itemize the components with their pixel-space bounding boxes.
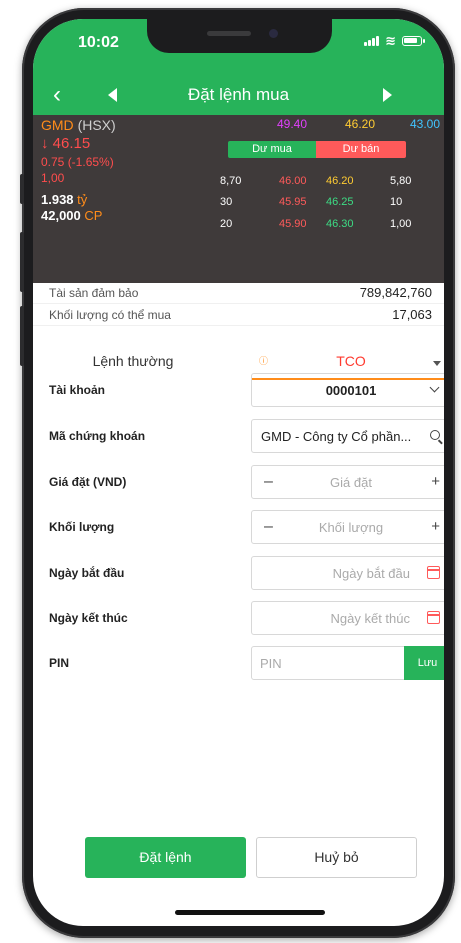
start-date-field[interactable]: Ngày bắt đầu bbox=[251, 556, 444, 590]
start-date-input[interactable]: Ngày bắt đầu bbox=[333, 566, 410, 581]
price-input[interactable]: Giá đặt bbox=[252, 475, 444, 490]
bid-price: 45.90 bbox=[279, 218, 307, 230]
stock-label: Mã chứng khoán bbox=[49, 429, 146, 443]
account-label: Tài khoản bbox=[49, 383, 106, 397]
quote-panel: GMD (HSX) ↓ 46.15 0.75 (-1.65%) 1,00 1.9… bbox=[33, 115, 444, 283]
tab-normal-order[interactable]: Lệnh thường bbox=[33, 353, 233, 369]
bid-price: 45.95 bbox=[279, 196, 307, 208]
pin-input[interactable]: PIN bbox=[260, 656, 282, 671]
tab-tco-label: TCO bbox=[336, 353, 366, 369]
start-date-row: Ngày bắt đầu Ngày bắt đầu bbox=[33, 556, 444, 590]
ask-volume: 5,80 bbox=[390, 175, 412, 187]
buyable-volume-row: Khối lượng có thể mua 17,063 bbox=[33, 304, 444, 326]
pin-row: PIN PIN Lưu bbox=[33, 646, 444, 680]
navigation-bar: ‹ Đặt lệnh mua bbox=[33, 79, 444, 115]
collateral-value: 789,842,760 bbox=[359, 285, 432, 300]
reference-price: 46.20 bbox=[345, 117, 376, 131]
end-date-row: Ngày kết thúc Ngày kết thúc bbox=[33, 601, 444, 635]
quantity-input[interactable]: Khối lượng bbox=[252, 520, 444, 535]
bid-volume: 20 bbox=[220, 218, 233, 230]
search-icon[interactable] bbox=[430, 430, 440, 440]
stock-search-input[interactable]: GMD - Công ty Cổ phần... bbox=[251, 419, 444, 453]
chevron-down-icon bbox=[433, 361, 441, 366]
symbol-code: GMD bbox=[41, 117, 74, 133]
plus-icon[interactable]: + bbox=[431, 473, 440, 490]
exchange-label: (HSX) bbox=[77, 117, 116, 133]
wifi-icon: ≋ bbox=[385, 33, 396, 48]
quantity-label: Khối lượng bbox=[49, 520, 115, 534]
mute-switch bbox=[20, 174, 24, 204]
stock-value: GMD - Công ty Cổ phần... bbox=[261, 429, 412, 444]
stock-row: Mã chứng khoán GMD - Công ty Cổ phần... bbox=[33, 419, 444, 453]
end-date-field[interactable]: Ngày kết thúc bbox=[251, 601, 444, 635]
buyable-volume-value: 17,063 bbox=[392, 307, 432, 322]
volume-down-button bbox=[20, 306, 24, 366]
bid-price: 46.00 bbox=[279, 175, 307, 187]
signal-icon bbox=[364, 35, 380, 46]
end-date-input[interactable]: Ngày kết thúc bbox=[331, 611, 411, 626]
floor-price: 43.00 bbox=[410, 117, 441, 131]
battery-icon bbox=[402, 35, 425, 46]
notch bbox=[147, 19, 332, 53]
stock-symbol: GMD (HSX) bbox=[41, 117, 116, 133]
price-change: 0.75 (-1.65%) bbox=[41, 155, 114, 169]
save-pin-button[interactable]: Lưu bbox=[404, 646, 444, 680]
end-date-label: Ngày kết thúc bbox=[49, 611, 128, 625]
ask-price: 46.20 bbox=[326, 175, 354, 187]
start-date-label: Ngày bắt đầu bbox=[49, 566, 125, 580]
quantity-row: Khối lượng – Khối lượng + bbox=[33, 510, 444, 544]
camera bbox=[269, 29, 278, 38]
volume-up-button bbox=[20, 232, 24, 292]
status-time: 10:02 bbox=[78, 34, 119, 51]
place-order-button[interactable]: Đặt lệnh bbox=[85, 837, 246, 878]
ask-price: 46.25 bbox=[326, 196, 354, 208]
speaker bbox=[207, 31, 251, 36]
cancel-button[interactable]: Huỷ bỏ bbox=[256, 837, 417, 878]
ceiling-price: 49.40 bbox=[277, 117, 308, 131]
last-price: ↓ 46.15 bbox=[41, 135, 91, 152]
next-stock-icon[interactable] bbox=[383, 88, 392, 102]
ask-volume: 10 bbox=[390, 196, 403, 208]
pin-field[interactable]: PIN Lưu bbox=[251, 646, 444, 680]
app-screen: 10:02 ≋ ‹ Đặt lệnh mua GMD (HSX) ↓ 46.15… bbox=[33, 19, 444, 926]
account-select[interactable]: 0000101 bbox=[251, 373, 444, 407]
account-row: Tài khoản 0000101 bbox=[33, 373, 444, 407]
ask-volume: 1,00 bbox=[390, 218, 412, 230]
ask-header: Dư bán bbox=[316, 141, 406, 158]
pin-label: PIN bbox=[49, 656, 70, 670]
status-icons: ≋ bbox=[364, 33, 425, 48]
bid-volume: 30 bbox=[220, 196, 233, 208]
price-stepper[interactable]: – Giá đặt + bbox=[251, 465, 444, 499]
depth-row: 20 45.90 46.30 1,00 bbox=[33, 218, 444, 232]
collateral-label: Tài sản đảm bảo bbox=[49, 286, 139, 300]
price-label: Giá đặt (VND) bbox=[49, 475, 127, 489]
buyable-volume-label: Khối lượng có thể mua bbox=[49, 308, 171, 322]
depth-row: 30 45.95 46.25 10 bbox=[33, 196, 444, 210]
calendar-icon[interactable] bbox=[427, 566, 440, 579]
depth-row: 8,70 46.00 46.20 5,80 bbox=[33, 175, 444, 189]
plus-icon[interactable]: + bbox=[431, 518, 440, 535]
bid-header: Dư mua bbox=[228, 141, 316, 158]
price-row: Giá đặt (VND) – Giá đặt + bbox=[33, 465, 444, 499]
collateral-row: Tài sản đảm bảo 789,842,760 bbox=[33, 282, 444, 304]
home-indicator[interactable] bbox=[175, 910, 325, 915]
account-value: 0000101 bbox=[325, 383, 377, 398]
bid-volume: 8,70 bbox=[220, 175, 242, 187]
quantity-stepper[interactable]: – Khối lượng + bbox=[251, 510, 444, 544]
calendar-icon[interactable] bbox=[427, 611, 440, 624]
ask-price: 46.30 bbox=[326, 218, 354, 230]
